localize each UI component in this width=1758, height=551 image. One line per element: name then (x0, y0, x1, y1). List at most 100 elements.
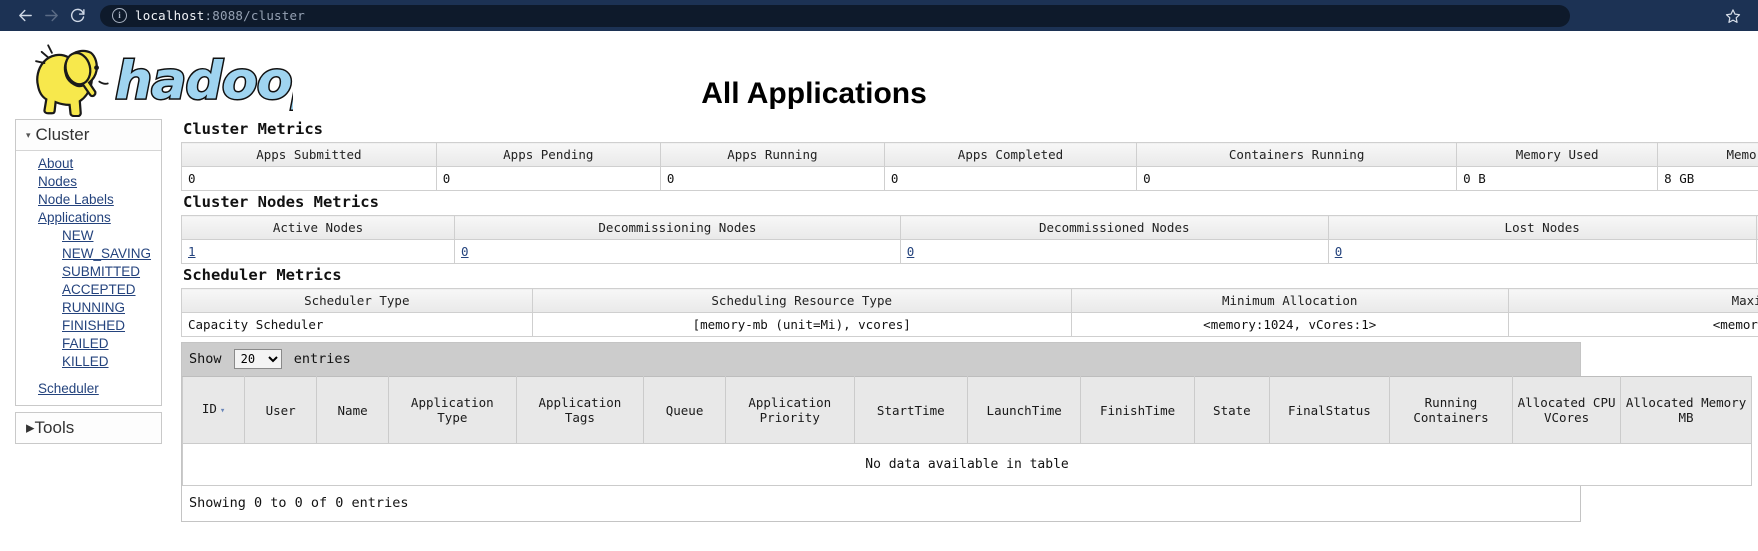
reload-button[interactable] (64, 3, 90, 29)
cell-memory-used: 0 B (1456, 166, 1659, 191)
col-starttime[interactable]: StartTime (853, 376, 968, 444)
cell-minimum-allocation: <memory:1024, vCores:1> (1070, 312, 1509, 337)
address-bar[interactable]: i localhost:8088/cluster (100, 4, 1570, 27)
arrow-left-icon (18, 9, 32, 22)
col-application-priority[interactable]: Application Priority (724, 376, 855, 444)
datatable-empty-message: No data available in table (182, 444, 1752, 486)
cluster-nav-block: ▾ Cluster About Nodes Node Labels Applica… (15, 119, 162, 406)
forward-button[interactable] (38, 3, 64, 29)
datatable-length-control: Show 20 50 100 entries (182, 343, 1580, 376)
sidebar-item-state-running[interactable]: RUNNING (16, 299, 161, 317)
browser-toolbar: i localhost:8088/cluster (0, 0, 1758, 31)
sidebar-item-state-submitted[interactable]: SUBMITTED (16, 263, 161, 281)
sidebar-item-node-labels[interactable]: Node Labels (16, 191, 161, 209)
table-row: 1 0 0 0 0 (181, 239, 1758, 264)
applications-datatable: Show 20 50 100 entries (181, 342, 1752, 522)
info-circle-icon: i (112, 8, 127, 23)
sidebar-item-state-killed[interactable]: KILLED (16, 353, 161, 371)
tools-nav-block: ▸Tools (15, 412, 162, 444)
col-state[interactable]: State (1193, 376, 1270, 444)
col-apps-pending: Apps Pending (435, 142, 661, 167)
sidebar-item-state-accepted[interactable]: ACCEPTED (16, 281, 161, 299)
col-lost-nodes: Lost Nodes (1327, 215, 1757, 240)
page-length-select[interactable]: 20 50 100 (233, 349, 282, 369)
url-text: localhost:8088/cluster (135, 8, 305, 23)
cluster-nodes-metrics-table: Active Nodes Decommissioning Nodes Decom… (181, 215, 1758, 264)
main-panel: Cluster Metrics Apps Submitted Apps Pend… (181, 118, 1758, 522)
col-name[interactable]: Name (316, 376, 390, 444)
sidebar-section-tools[interactable]: ▸Tools (16, 413, 161, 443)
sidebar-item-state-new-saving[interactable]: NEW_SAVING (16, 245, 161, 263)
datatable-info: Showing 0 to 0 of 0 entries (182, 486, 1580, 521)
col-launchtime[interactable]: LaunchTime (966, 376, 1082, 444)
decommissioning-nodes-link[interactable]: 0 (461, 244, 469, 259)
show-label: Show (189, 351, 222, 367)
cell-lost-nodes: 0 (1327, 239, 1757, 264)
col-application-tags[interactable]: Application Tags (515, 376, 645, 444)
col-active-nodes: Active Nodes (181, 215, 456, 240)
cell-decommissioned-nodes: 0 (899, 239, 1329, 264)
col-decommissioned-nodes: Decommissioned Nodes (899, 215, 1329, 240)
col-id[interactable]: ID ▾ (181, 376, 246, 444)
col-allocated-cpu-vcores[interactable]: Allocated CPU VCores (1512, 376, 1622, 444)
chevron-right-icon: ▸ (26, 418, 35, 437)
sidebar-item-about[interactable]: About (16, 155, 161, 173)
table-header-row: Scheduler Type Scheduling Resource Type … (181, 288, 1758, 313)
page-content: ▾ Cluster About Nodes Node Labels Applica… (0, 119, 1758, 522)
table-header-row: ID ▾ User Name Application Type Applicati… (181, 376, 1752, 444)
col-allocated-memory[interactable]: Allocated Memory MB (1620, 376, 1752, 444)
col-finishtime[interactable]: FinishTime (1080, 376, 1195, 444)
sidebar-item-state-failed[interactable]: FAILED (16, 335, 161, 353)
col-scheduler-type: Scheduler Type (181, 288, 533, 313)
arrow-right-icon (44, 9, 58, 22)
sidebar: ▾ Cluster About Nodes Node Labels Applica… (15, 119, 162, 444)
scheduler-metrics-table: Scheduler Type Scheduling Resource Type … (181, 288, 1758, 337)
cluster-metrics-table: Apps Submitted Apps Pending Apps Running… (181, 142, 1758, 191)
lost-nodes-link[interactable]: 0 (1335, 244, 1343, 259)
col-user[interactable]: User (244, 376, 318, 444)
back-button[interactable] (12, 3, 38, 29)
col-finalstatus[interactable]: FinalStatus (1268, 376, 1390, 444)
cell-maximum-allocation: <memory:8192, vCores:4> (1507, 312, 1758, 337)
chevron-down-icon: ▾ (26, 130, 31, 140)
col-queue[interactable]: Queue (643, 376, 726, 444)
cell-apps-submitted: 0 (181, 166, 437, 191)
table-header-row: Active Nodes Decommissioning Nodes Decom… (181, 215, 1758, 240)
cluster-nodes-metrics-title: Cluster Nodes Metrics (183, 193, 379, 211)
page-root: hadoop All Applications ▾ Cluster About N… (0, 31, 1758, 522)
cluster-nav-items: About Nodes Node Labels Applications NEW… (16, 151, 161, 405)
col-running-containers[interactable]: Running Containers (1388, 376, 1514, 444)
bookmark-star-icon (1725, 8, 1741, 23)
cluster-metrics-title: Cluster Metrics (183, 120, 323, 138)
entries-label: entries (293, 351, 351, 367)
sort-desc-icon: ▾ (219, 406, 226, 416)
sidebar-section-cluster[interactable]: ▾ Cluster (16, 120, 161, 151)
cell-apps-completed: 0 (883, 166, 1138, 191)
sidebar-item-scheduler[interactable]: Scheduler (16, 380, 161, 398)
bookmark-button[interactable] (1720, 3, 1746, 29)
cell-active-nodes: 1 (181, 239, 456, 264)
cell-apps-running: 0 (659, 166, 885, 191)
sidebar-section-cluster-label: Cluster (35, 125, 90, 144)
sidebar-item-applications[interactable]: Applications (16, 209, 161, 227)
col-scheduling-resource-type: Scheduling Resource Type (531, 288, 1072, 313)
col-application-type[interactable]: Application Type (388, 376, 517, 444)
page-header: hadoop All Applications (0, 31, 1758, 119)
sidebar-item-nodes[interactable]: Nodes (16, 173, 161, 191)
table-header-row: Apps Submitted Apps Pending Apps Running… (181, 142, 1758, 167)
cell-decommissioning-nodes: 0 (454, 239, 901, 264)
active-nodes-link[interactable]: 1 (188, 244, 196, 259)
cell-containers-running: 0 (1136, 166, 1458, 191)
col-maximum-allocation: Maximum Allocation (1507, 288, 1758, 313)
applications-table: ID ▾ User Name Application Type Applicati… (181, 376, 1752, 444)
sidebar-item-state-new[interactable]: NEW (16, 227, 161, 245)
scheduler-metrics-title: Scheduler Metrics (183, 266, 342, 284)
col-memory-used: Memory Used (1456, 142, 1659, 167)
cell-memory-total: 8 GB (1657, 166, 1758, 191)
col-decommissioning-nodes: Decommissioning Nodes (454, 215, 901, 240)
cell-apps-pending: 0 (435, 166, 661, 191)
decommissioned-nodes-link[interactable]: 0 (907, 244, 915, 259)
sidebar-item-state-finished[interactable]: FINISHED (16, 317, 161, 335)
page-title: All Applications (701, 77, 927, 110)
